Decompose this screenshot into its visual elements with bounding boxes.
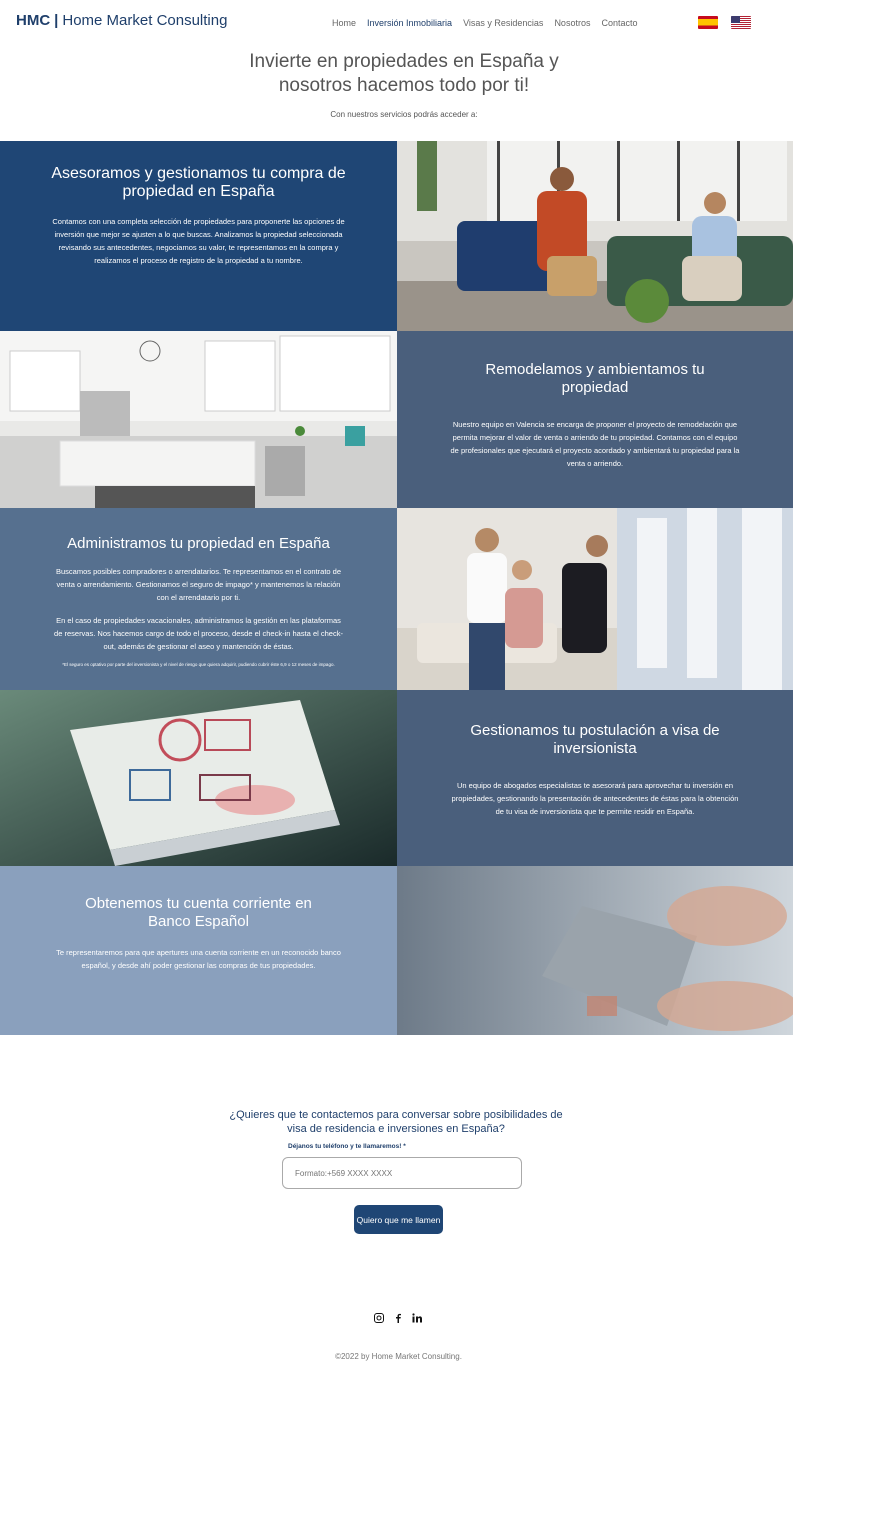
service-admin-title: Administramos tu propiedad en España: [67, 535, 330, 552]
service-remodel-title: Remodelamos y ambientamos tu propiedad: [485, 361, 705, 396]
facebook-icon[interactable]: [393, 1313, 403, 1323]
page-title: Invierte en propiedades en España y noso…: [249, 51, 559, 96]
nav-nosotros[interactable]: Nosotros: [554, 18, 590, 28]
credit-card-photo: [397, 866, 793, 1035]
office-meeting-photo: [397, 141, 793, 331]
service-bank-title: Obtenemos tu cuenta corriente en Banco E…: [85, 895, 312, 930]
service-bank-text: Te representaremos para que apertures un…: [56, 948, 341, 970]
nav-inversion[interactable]: Inversión Inmobiliaria: [367, 18, 452, 28]
social-bar: [374, 1313, 422, 1323]
phone-label: Déjanos tu teléfono y te llamaremos! *: [288, 1143, 406, 1150]
contact-question: ¿Quieres que te contactemos para convers…: [229, 1109, 563, 1135]
logo[interactable]: HMC | Home Market Consulting: [16, 12, 227, 29]
service-admin-text-2: En el caso de propiedades vacacionales, …: [54, 616, 343, 651]
us-flag-icon[interactable]: [731, 16, 751, 29]
footer-copyright: ©2022 by Home Market Consulting.: [335, 1352, 462, 1361]
service-visa-text: Un equipo de abogados especialistas te a…: [451, 781, 739, 816]
service-remodel-text: Nuestro equipo en Valencia se encarga de…: [450, 420, 740, 468]
page-subtitle: Con nuestros servicios podrás acceder a:: [330, 110, 478, 119]
service-admin-note: *El seguro es optativo por parte del inv…: [62, 662, 335, 667]
service-remodel-panel: Remodelamos y ambientamos tu propiedad N…: [397, 331, 793, 508]
service-bank-panel: Obtenemos tu cuenta corriente en Banco E…: [0, 866, 397, 1035]
nav-home[interactable]: Home: [332, 18, 356, 28]
kitchen-photo: [0, 331, 397, 508]
linkedin-icon[interactable]: [412, 1313, 422, 1323]
service-purchase-title: Asesoramos y gestionamos tu compra de pr…: [51, 165, 346, 200]
nav-contacto[interactable]: Contacto: [601, 18, 637, 28]
service-visa-title: Gestionamos tu postulación a visa de inv…: [470, 722, 720, 757]
service-admin-panel: Administramos tu propiedad en España Bus…: [0, 508, 397, 690]
phone-input[interactable]: [282, 1157, 522, 1189]
handshake-photo: [397, 508, 793, 690]
passport-photo: [0, 690, 397, 866]
spain-flag-icon[interactable]: [698, 16, 718, 29]
service-purchase-panel: Asesoramos y gestionamos tu compra de pr…: [0, 141, 397, 331]
service-admin-text-1: Buscamos posibles compradores o arrendat…: [55, 567, 341, 602]
instagram-icon[interactable]: [374, 1313, 384, 1323]
service-purchase-text: Contamos con una completa selección de p…: [52, 217, 345, 265]
nav-visas[interactable]: Visas y Residencias: [463, 18, 543, 28]
service-visa-panel: Gestionamos tu postulación a visa de inv…: [397, 690, 793, 866]
call-me-button[interactable]: Quiero que me llamen: [354, 1205, 443, 1234]
main-nav: Home Inversión Inmobiliaria Visas y Resi…: [332, 18, 648, 28]
site-header: HMC | Home Market Consulting Home Inversió…: [0, 0, 881, 46]
